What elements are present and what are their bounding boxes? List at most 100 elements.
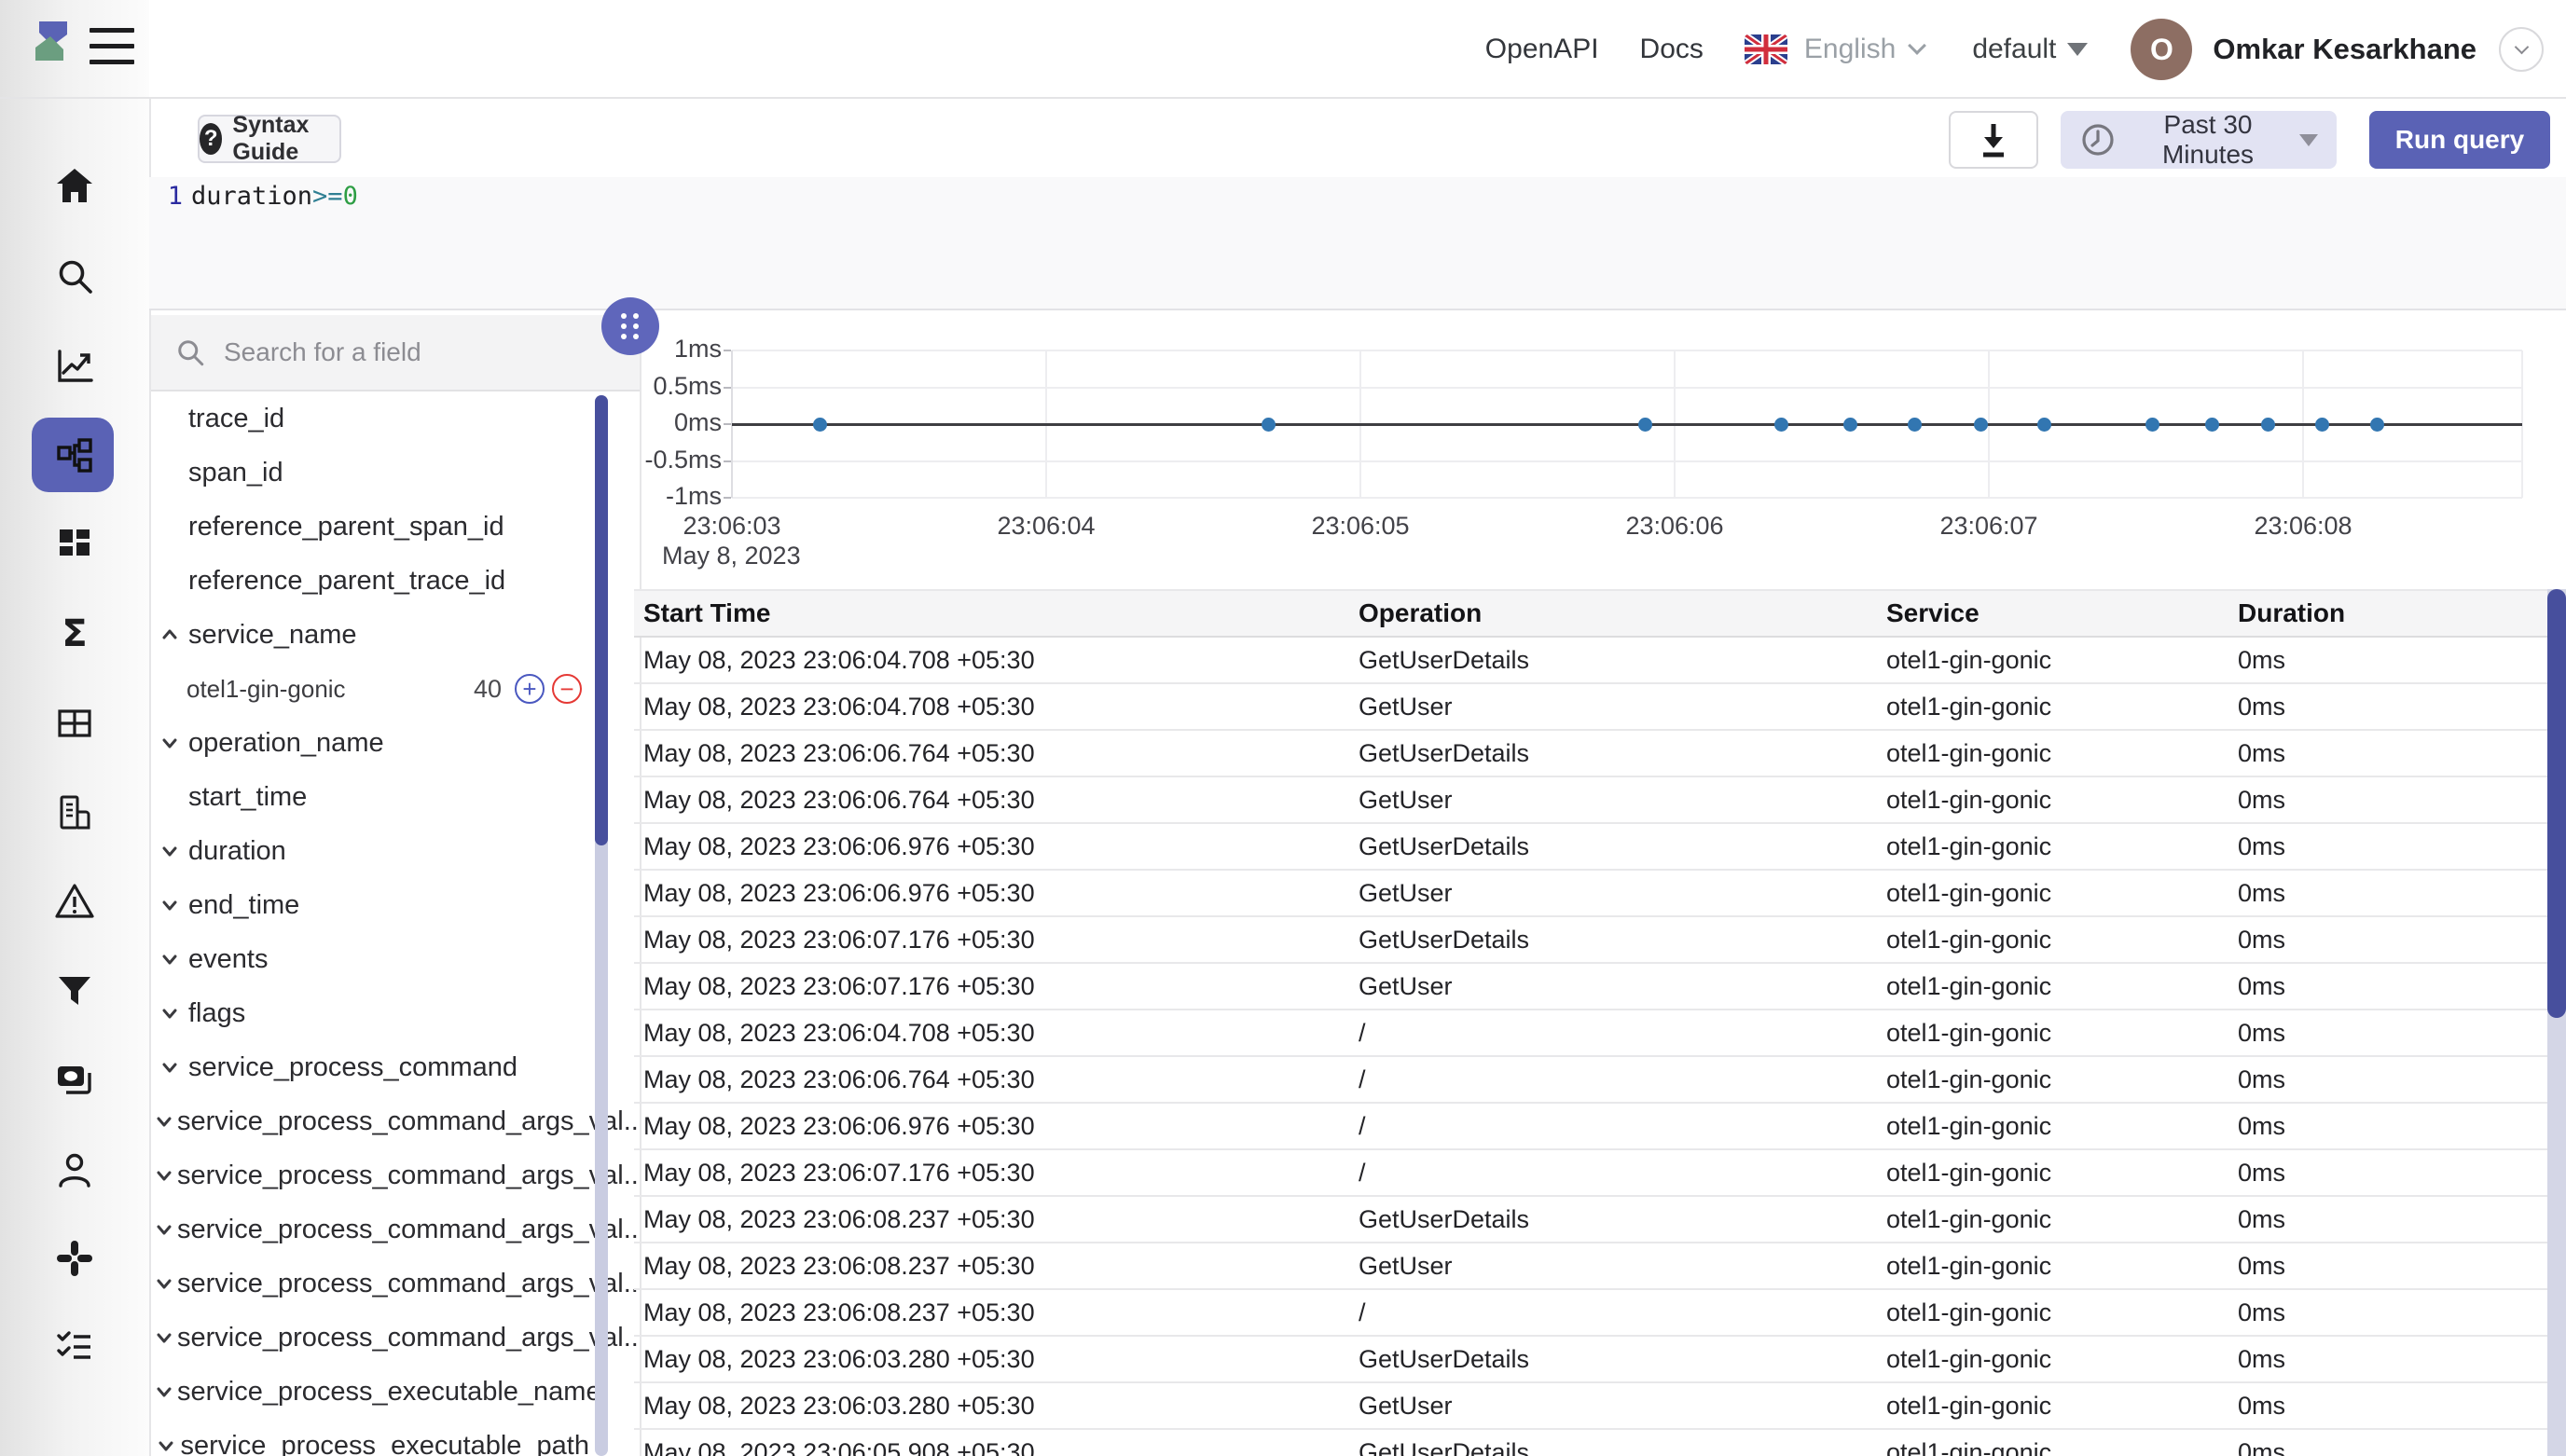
slack-icon — [52, 1236, 97, 1281]
organization-selector[interactable]: default — [1972, 34, 2088, 65]
field-item-start_time[interactable]: start_time — [151, 770, 589, 824]
field-item-operation_name[interactable]: operation_name — [151, 716, 589, 770]
gridline-h — [732, 350, 2522, 351]
field-item-reference_parent_span_id[interactable]: reference_parent_span_id — [151, 500, 589, 554]
table-row[interactable]: May 08, 2023 23:06:05.908 +05:30GetUserD… — [634, 1430, 2547, 1456]
language-selector[interactable]: English — [1745, 34, 1924, 65]
cell-duration: 0ms — [2228, 693, 2547, 721]
sidebar-item-organizations[interactable] — [0, 773, 149, 853]
fields-scrollbar-track[interactable] — [595, 395, 608, 1456]
field-item-service_name[interactable]: service_name — [151, 608, 589, 662]
organization-label: default — [1972, 34, 2056, 65]
nav-link-openapi[interactable]: OpenAPI — [1485, 34, 1599, 65]
gridline-h — [732, 497, 2522, 499]
table-row[interactable]: May 08, 2023 23:06:04.708 +05:30GetUserD… — [634, 638, 2547, 684]
cell-start-time: May 08, 2023 23:06:04.708 +05:30 — [634, 693, 1349, 721]
nav-link-docs[interactable]: Docs — [1640, 34, 1704, 65]
y-axis-tick — [724, 497, 731, 499]
field-item-duration[interactable]: duration — [151, 824, 589, 878]
table-row[interactable]: May 08, 2023 23:06:06.764 +05:30GetUsero… — [634, 777, 2547, 824]
field-item-service_process_command_args_val[interactable]: service_process_command_args_val... — [151, 1148, 589, 1202]
table-row[interactable]: May 08, 2023 23:06:08.237 +05:30/otel1-g… — [634, 1290, 2547, 1337]
table-row[interactable]: May 08, 2023 23:06:06.976 +05:30GetUserD… — [634, 824, 2547, 871]
time-range-selector[interactable]: Past 30 Minutes — [2061, 111, 2337, 169]
sidebar-item-alerts[interactable] — [0, 861, 149, 941]
table-row[interactable]: May 08, 2023 23:06:04.708 +05:30/otel1-g… — [634, 1010, 2547, 1057]
field-item-service_process_command_args_val[interactable]: service_process_command_args_val... — [151, 1094, 589, 1148]
cell-duration: 0ms — [2228, 1019, 2547, 1048]
language-label: English — [1804, 34, 1896, 65]
sidebar-item-home[interactable] — [0, 146, 149, 227]
fields-scrollbar-thumb[interactable] — [595, 395, 608, 845]
field-item-service_process_executable_name[interactable]: service_process_executable_name — [151, 1365, 589, 1419]
sidebar-item-tasks[interactable] — [0, 1308, 149, 1388]
sidebar-item-metrics[interactable] — [0, 325, 149, 405]
table-row[interactable]: May 08, 2023 23:06:08.237 +05:30GetUserD… — [634, 1197, 2547, 1243]
data-point — [813, 418, 827, 432]
data-point — [2037, 418, 2051, 432]
download-results-button[interactable] — [1949, 111, 2038, 169]
y-axis-tick — [724, 460, 731, 462]
table-row[interactable]: May 08, 2023 23:06:07.176 +05:30/otel1-g… — [634, 1150, 2547, 1197]
field-item-service_process_executable_path[interactable]: service_process_executable_path — [151, 1419, 589, 1456]
cell-duration: 0ms — [2228, 739, 2547, 768]
app-root: OpenAPI Docs English default — [0, 0, 2566, 1456]
include-filter-button[interactable]: + — [515, 674, 545, 704]
cell-operation: GetUserDetails — [1349, 1205, 1877, 1234]
chevron-down-icon — [151, 1271, 177, 1296]
chevron-down-icon — [157, 731, 183, 755]
field-item-events[interactable]: events — [151, 932, 589, 986]
cell-duration: 0ms — [2228, 972, 2547, 1001]
table-row[interactable]: May 08, 2023 23:06:03.280 +05:30GetUserD… — [634, 1337, 2547, 1383]
field-value-item[interactable]: otel1-gin-gonic40+− — [151, 662, 589, 716]
field-item-service_process_command_args_val[interactable]: service_process_command_args_val... — [151, 1257, 589, 1311]
field-item-service_process_command_args_val[interactable]: service_process_command_args_val... — [151, 1311, 589, 1365]
panel-resize-handle[interactable] — [601, 297, 659, 355]
field-item-trace_id[interactable]: trace_id — [151, 391, 589, 446]
field-label: trace_id — [188, 404, 284, 434]
table-row[interactable]: May 08, 2023 23:06:06.764 +05:30/otel1-g… — [634, 1057, 2547, 1104]
field-label: service_process_executable_path — [181, 1431, 590, 1456]
table-row[interactable]: May 08, 2023 23:06:08.237 +05:30GetUsero… — [634, 1243, 2547, 1290]
field-item-end_time[interactable]: end_time — [151, 878, 589, 932]
field-item-flags[interactable]: flags — [151, 986, 589, 1040]
cell-start-time: May 08, 2023 23:06:04.708 +05:30 — [634, 646, 1349, 675]
gridline-h — [732, 387, 2522, 389]
cell-duration: 0ms — [2228, 1112, 2547, 1141]
x-axis-label: 23:06:04 — [972, 512, 1121, 541]
table-row[interactable]: May 08, 2023 23:06:07.176 +05:30GetUsero… — [634, 964, 2547, 1010]
table-scrollbar-thumb[interactable] — [2547, 589, 2566, 1018]
menu-toggle-icon[interactable] — [90, 28, 136, 69]
cell-operation: GetUserDetails — [1349, 926, 1877, 955]
table-row[interactable]: May 08, 2023 23:06:06.976 +05:30GetUsero… — [634, 871, 2547, 917]
table-row[interactable]: May 08, 2023 23:06:06.764 +05:30GetUserD… — [634, 731, 2547, 777]
query-editor[interactable]: 1 duration>=0 — [149, 177, 2566, 310]
field-search-input[interactable]: Search for a field — [151, 315, 640, 391]
avatar[interactable]: O — [2131, 19, 2192, 80]
field-item-service_process_command_args_val[interactable]: service_process_command_args_val... — [151, 1202, 589, 1257]
field-item-span_id[interactable]: span_id — [151, 446, 589, 500]
table-row[interactable]: May 08, 2023 23:06:06.976 +05:30/otel1-g… — [634, 1104, 2547, 1150]
sidebar-item-users[interactable] — [0, 1130, 149, 1210]
sidebar-item-slack[interactable] — [0, 1218, 149, 1298]
cell-start-time: May 08, 2023 23:06:07.176 +05:30 — [634, 972, 1349, 1001]
table-row[interactable]: May 08, 2023 23:06:07.176 +05:30GetUserD… — [634, 917, 2547, 964]
user-menu-button[interactable] — [2499, 27, 2544, 72]
sidebar-item-search[interactable] — [0, 236, 149, 316]
table-row[interactable]: May 08, 2023 23:06:03.280 +05:30GetUsero… — [634, 1383, 2547, 1430]
sidebar-item-functions[interactable]: Σ — [0, 594, 149, 674]
run-query-button[interactable]: Run query — [2369, 111, 2550, 169]
field-item-service_process_command[interactable]: service_process_command — [151, 1040, 589, 1094]
sidebar-item-reports[interactable] — [0, 1040, 149, 1120]
sidebar-item-traces[interactable] — [0, 415, 149, 495]
chevron-up-icon — [157, 623, 183, 647]
table-row[interactable]: May 08, 2023 23:06:04.708 +05:30GetUsero… — [634, 684, 2547, 731]
sidebar-item-dashboards[interactable] — [0, 504, 149, 584]
sidebar-item-streams[interactable] — [0, 683, 149, 763]
exclude-filter-button[interactable]: − — [552, 674, 582, 704]
sidebar-item-pipelines[interactable] — [0, 951, 149, 1031]
app-logo[interactable] — [26, 19, 76, 68]
column-header-operation: Operation — [1349, 598, 1877, 628]
field-item-reference_parent_trace_id[interactable]: reference_parent_trace_id — [151, 554, 589, 608]
syntax-guide-button[interactable]: ? Syntax Guide — [198, 115, 341, 163]
